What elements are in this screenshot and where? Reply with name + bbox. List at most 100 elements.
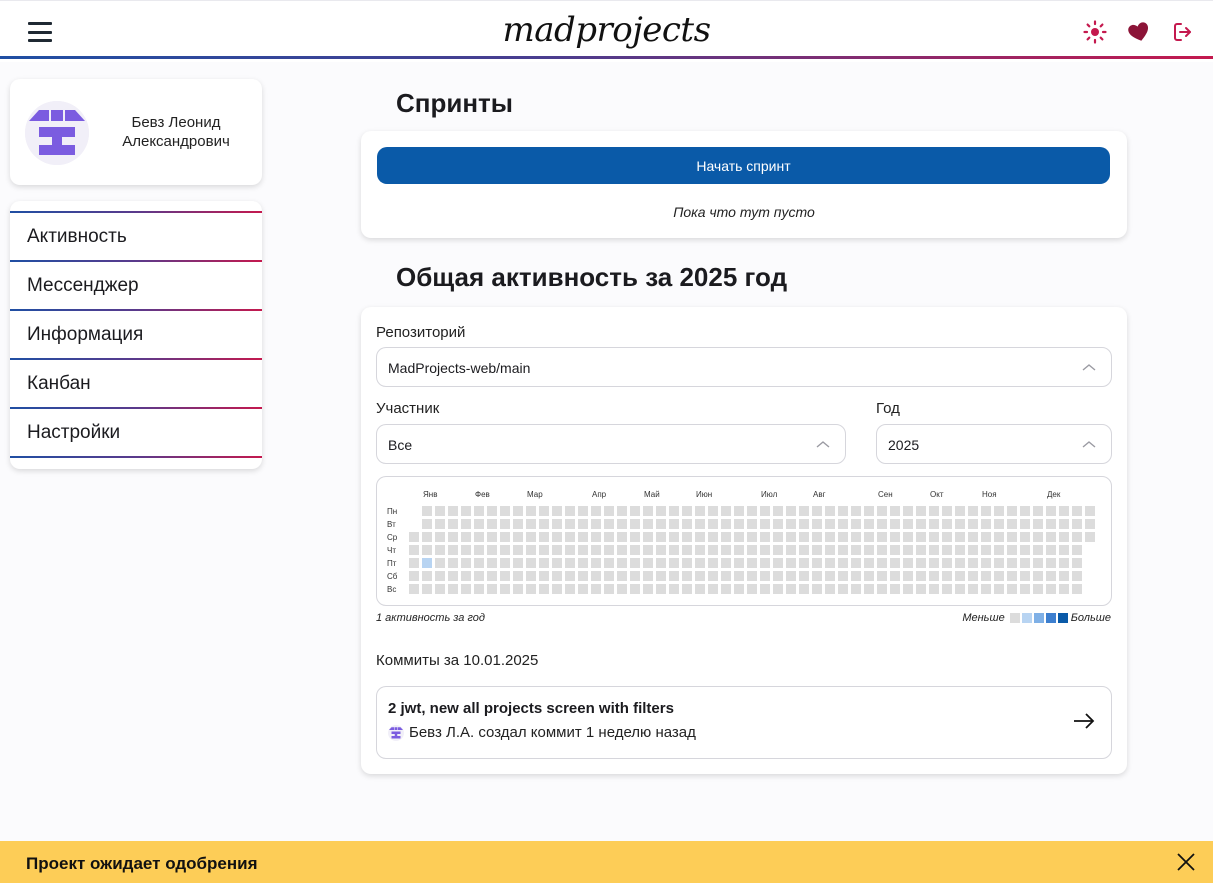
heatmap-cell[interactable] <box>903 558 913 568</box>
heatmap-cell[interactable] <box>643 532 653 542</box>
heatmap-cell[interactable] <box>630 519 640 529</box>
heatmap-cell[interactable] <box>786 532 796 542</box>
heatmap-cell[interactable] <box>721 545 731 555</box>
heatmap-cell[interactable] <box>591 584 601 594</box>
heatmap-cell[interactable] <box>643 506 653 516</box>
heatmap-cell[interactable] <box>786 506 796 516</box>
heatmap-cell[interactable] <box>968 545 978 555</box>
heatmap-cell[interactable] <box>422 519 432 529</box>
heatmap-cell[interactable] <box>448 545 458 555</box>
heatmap-cell[interactable] <box>604 506 614 516</box>
heatmap-cell[interactable] <box>604 532 614 542</box>
heatmap-cell[interactable] <box>695 519 705 529</box>
heatmap-cell[interactable] <box>474 506 484 516</box>
heatmap-cell[interactable] <box>994 558 1004 568</box>
heatmap-cell[interactable] <box>1046 506 1056 516</box>
heatmap-cell[interactable] <box>682 584 692 594</box>
heatmap-cell[interactable] <box>747 545 757 555</box>
heatmap-cell[interactable] <box>981 558 991 568</box>
heatmap-cell[interactable] <box>448 571 458 581</box>
heatmap-cell[interactable] <box>1046 558 1056 568</box>
heatmap-cell[interactable] <box>812 532 822 542</box>
heatmap-cell[interactable] <box>682 506 692 516</box>
heatmap-cell[interactable] <box>526 519 536 529</box>
heatmap-cell[interactable] <box>435 519 445 529</box>
heatmap-cell[interactable] <box>526 545 536 555</box>
heatmap-cell[interactable] <box>435 545 445 555</box>
heatmap-cell[interactable] <box>565 558 575 568</box>
heatmap-cell[interactable] <box>877 545 887 555</box>
heatmap-cell[interactable] <box>890 545 900 555</box>
heatmap-cell[interactable] <box>487 571 497 581</box>
heatmap-cell[interactable] <box>864 532 874 542</box>
heatmap-cell[interactable] <box>916 571 926 581</box>
heatmap-cell[interactable] <box>630 584 640 594</box>
heatmap-cell[interactable] <box>838 506 848 516</box>
heatmap-cell[interactable] <box>695 571 705 581</box>
heatmap-cell[interactable] <box>422 571 432 581</box>
heatmap-cell[interactable] <box>734 545 744 555</box>
heatmap-cell[interactable] <box>747 532 757 542</box>
heatmap-cell[interactable] <box>825 519 835 529</box>
heatmap-cell[interactable] <box>708 571 718 581</box>
heatmap-cell[interactable] <box>747 558 757 568</box>
heatmap-cell[interactable] <box>552 571 562 581</box>
heatmap-cell[interactable] <box>1033 558 1043 568</box>
heatmap-cell[interactable] <box>903 545 913 555</box>
heatmap-cell[interactable] <box>890 519 900 529</box>
heatmap-cell[interactable] <box>773 584 783 594</box>
heatmap-cell[interactable] <box>1059 558 1069 568</box>
heatmap-cell[interactable] <box>955 571 965 581</box>
heatmap-cell[interactable] <box>1033 506 1043 516</box>
heatmap-cell[interactable] <box>812 571 822 581</box>
heatmap-cell[interactable] <box>513 506 523 516</box>
heatmap-cell[interactable] <box>539 545 549 555</box>
heatmap-cell[interactable] <box>1007 571 1017 581</box>
heatmap-cell[interactable] <box>1072 545 1082 555</box>
heatmap-cell[interactable] <box>981 571 991 581</box>
heatmap-cell[interactable] <box>1033 519 1043 529</box>
heatmap-cell[interactable] <box>1033 545 1043 555</box>
heatmap-cell[interactable] <box>773 532 783 542</box>
heatmap-cell[interactable] <box>864 506 874 516</box>
heatmap-cell[interactable] <box>656 532 666 542</box>
heatmap-cell[interactable] <box>591 519 601 529</box>
heatmap-cell[interactable] <box>838 519 848 529</box>
heatmap-cell[interactable] <box>773 506 783 516</box>
commit-item[interactable]: 2 jwt, new all projects screen with filt… <box>376 686 1112 759</box>
heatmap-cell[interactable] <box>487 545 497 555</box>
heatmap-cell[interactable] <box>682 532 692 542</box>
heatmap-cell[interactable] <box>1046 545 1056 555</box>
heatmap-cell[interactable] <box>890 532 900 542</box>
heatmap-cell[interactable] <box>539 584 549 594</box>
heatmap-cell[interactable] <box>773 558 783 568</box>
heatmap-cell[interactable] <box>1020 571 1030 581</box>
heatmap-cell[interactable] <box>942 532 952 542</box>
heatmap-cell[interactable] <box>968 558 978 568</box>
heatmap-cell[interactable] <box>578 558 588 568</box>
heatmap-cell[interactable] <box>708 519 718 529</box>
heatmap-cell[interactable] <box>786 558 796 568</box>
heatmap-cell[interactable] <box>734 571 744 581</box>
heatmap-cell[interactable] <box>656 519 666 529</box>
heatmap-cell[interactable] <box>721 571 731 581</box>
heatmap-cell[interactable] <box>1046 532 1056 542</box>
heatmap-cell[interactable] <box>708 506 718 516</box>
heatmap-cell[interactable] <box>448 558 458 568</box>
heatmap-cell[interactable] <box>734 519 744 529</box>
heatmap-cell[interactable] <box>1020 519 1030 529</box>
heatmap-cell[interactable] <box>1072 584 1082 594</box>
heatmap-cell[interactable] <box>539 571 549 581</box>
heatmap-cell[interactable] <box>409 532 419 542</box>
heatmap-cell[interactable] <box>604 558 614 568</box>
heatmap-cell[interactable] <box>812 506 822 516</box>
heatmap-cell[interactable] <box>1007 545 1017 555</box>
heatmap-cell[interactable] <box>838 545 848 555</box>
heatmap-cell[interactable] <box>552 558 562 568</box>
heatmap-cell[interactable] <box>656 571 666 581</box>
heatmap-cell[interactable] <box>864 545 874 555</box>
heatmap-cell[interactable] <box>487 532 497 542</box>
heatmap-cell[interactable] <box>422 584 432 594</box>
heatmap-cell[interactable] <box>552 532 562 542</box>
heatmap-cell[interactable] <box>435 506 445 516</box>
